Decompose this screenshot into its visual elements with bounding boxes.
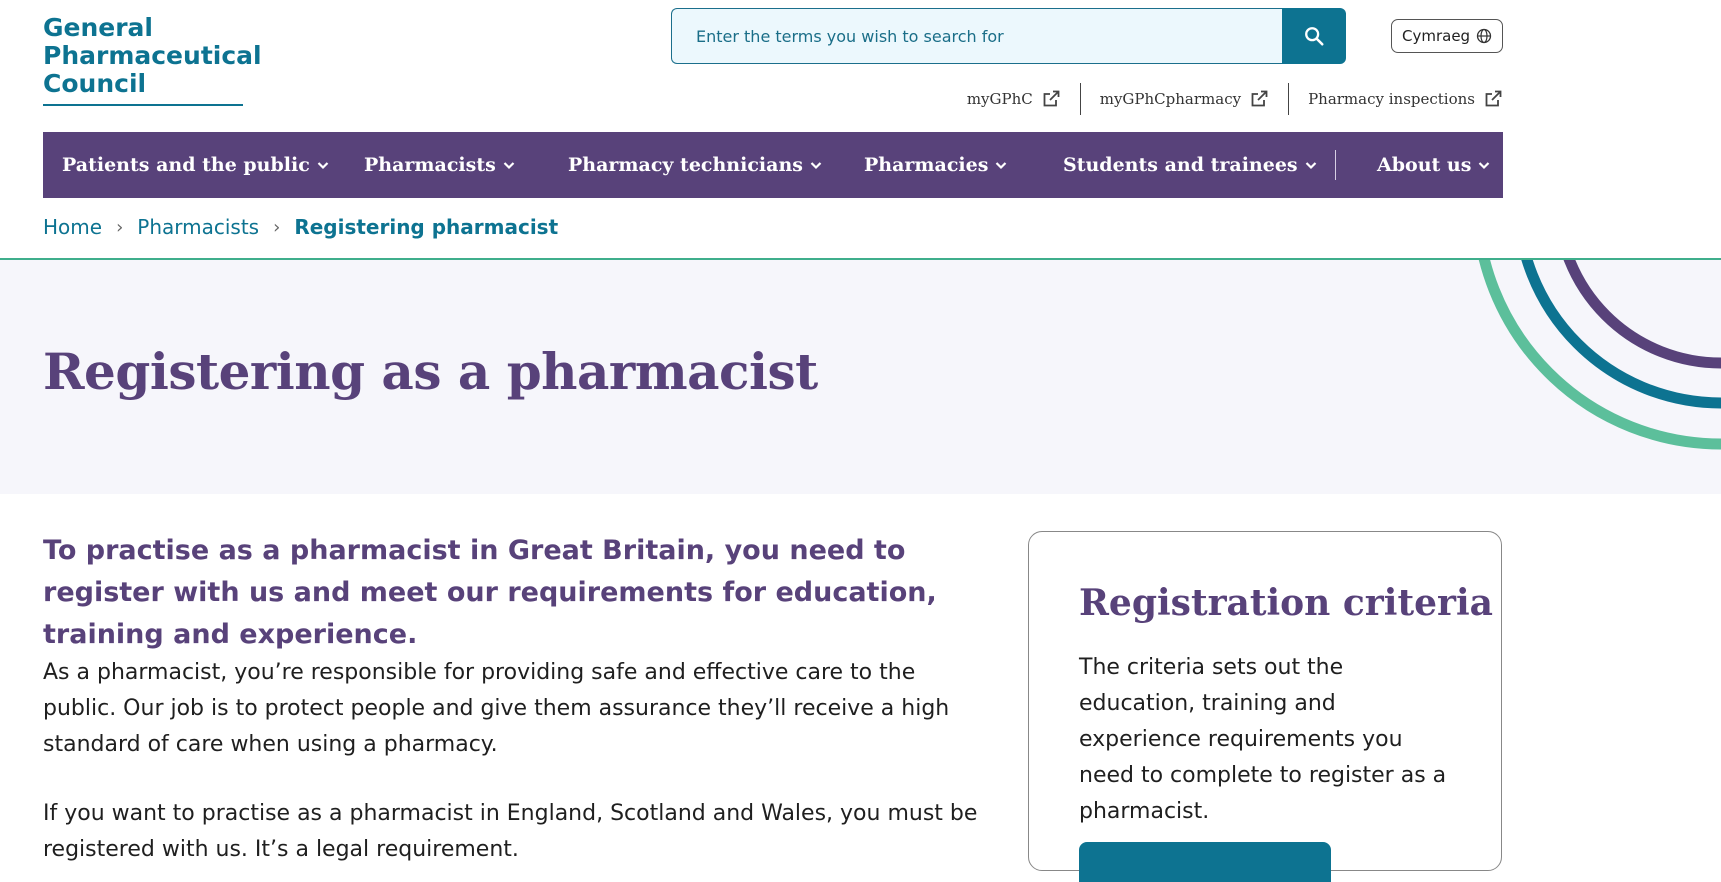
nav-item-patients-and-the-public[interactable]: Patients and the public [62,132,330,198]
gphc-logo[interactable]: General Pharmaceutical Council [43,13,262,106]
decorative-arcs [1478,260,1721,450]
breadcrumb-separator: › [273,216,281,238]
intro-text: To practise as a pharmacist in Great Bri… [43,535,937,650]
logo-line-1: General [43,13,153,42]
external-link-icon [1485,90,1502,107]
nav-item-label: About us [1377,154,1472,176]
card-title: Registration criteria [1079,582,1493,624]
nav-item-label: Pharmacists [364,154,496,176]
nav-item-label: Students and trainees [1063,154,1298,176]
breadcrumb-pharmacists-link[interactable]: Pharmacists [137,215,259,239]
search-button[interactable] [1282,8,1346,64]
pharmacy-inspections-link[interactable]: Pharmacy inspections [1289,89,1503,109]
page-title: Registering as a pharmacist [43,342,818,401]
breadcrumb: Home › Pharmacists › Registering pharmac… [43,215,558,239]
language-toggle-button[interactable]: Cymraeg [1391,19,1504,53]
card-action-button[interactable] [1079,842,1331,882]
external-link-icon [1043,90,1060,107]
body-paragraph: As a pharmacist, you’re responsible for … [43,660,950,757]
hero-banner: Registering as a pharmacist [0,260,1721,494]
nav-item-students-and-trainees[interactable]: Students and trainees [1063,132,1318,198]
chevron-down-icon [1479,162,1490,170]
registration-criteria-card: Registration criteria The criteria sets … [1028,531,1502,882]
chevron-down-icon [503,162,515,170]
chevron-down-icon [810,162,822,170]
chevron-down-icon [317,162,329,170]
pharmacy-inspections-label: Pharmacy inspections [1308,90,1475,108]
search-input[interactable] [671,8,1282,64]
mygphcpharmacy-link[interactable]: myGPhCpharmacy [1081,89,1288,109]
nav-item-pharmacists[interactable]: Pharmacists [364,132,516,198]
mygphcpharmacy-label: myGPhCpharmacy [1099,90,1242,108]
search-bar [671,8,1346,64]
nav-item-pharmacy-technicians[interactable]: Pharmacy technicians [568,132,823,198]
nav-item-about-us[interactable]: About us [1377,132,1491,198]
chevron-down-icon [1305,162,1316,170]
breadcrumb-separator: › [116,216,124,238]
nav-item-label: Pharmacy technicians [568,154,803,176]
nav-item-label: Pharmacies [864,154,989,176]
nav-divider [1335,150,1336,180]
main-navigation: Patients and the public Pharmacists Phar… [43,132,1503,198]
logo-line-3: Council [43,69,147,98]
nav-item-pharmacies[interactable]: Pharmacies [864,132,1008,198]
mygphc-link[interactable]: myGPhC [948,89,1080,109]
mygphc-label: myGPhC [966,90,1033,108]
external-link-icon [1251,90,1268,107]
globe-icon [1476,28,1492,44]
breadcrumb-current: Registering pharmacist [294,215,559,239]
breadcrumb-home-link[interactable]: Home [43,215,102,239]
chevron-down-icon [996,162,1007,170]
language-label: Cymraeg [1402,27,1471,45]
nav-item-label: Patients and the public [62,154,310,176]
search-icon [1305,27,1324,46]
logo-line-2: Pharmaceutical [43,41,262,70]
card-text: The criteria sets out the education, tra… [1079,655,1447,824]
utility-links: myGPhC myGPhCpharmacy Pharmacy inspectio… [948,83,1503,115]
body-paragraph: If you want to practise as a pharmacist … [43,801,978,862]
